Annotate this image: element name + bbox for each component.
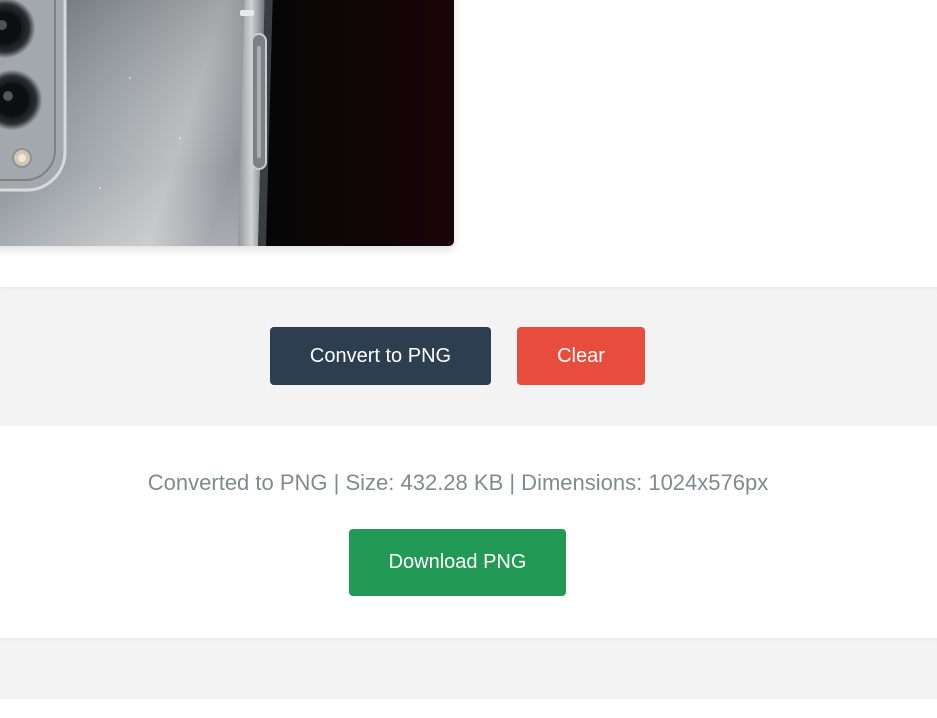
image-preview-section	[0, 0, 937, 287]
footer-bar	[0, 638, 937, 699]
download-png-button[interactable]: Download PNG	[349, 529, 566, 596]
preview-image	[0, 0, 454, 246]
clear-button[interactable]: Clear	[517, 327, 645, 385]
result-section: Converted to PNG | Size: 432.28 KB | Dim…	[0, 426, 937, 638]
conversion-info-text: Converted to PNG | Size: 432.28 KB | Dim…	[147, 470, 769, 495]
convert-to-png-button[interactable]: Convert to PNG	[270, 327, 491, 385]
actions-bar: Convert to PNG Clear	[0, 287, 937, 426]
